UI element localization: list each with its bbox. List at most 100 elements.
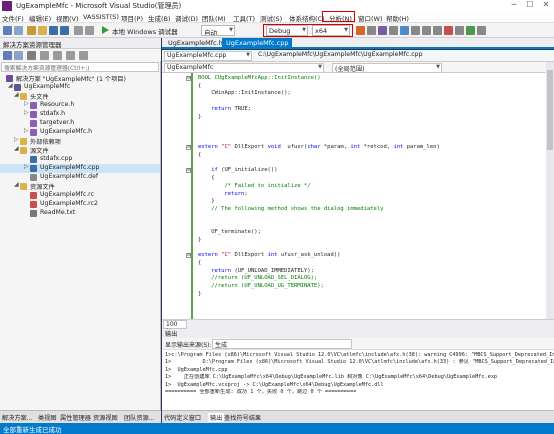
new-project-icon[interactable] bbox=[27, 26, 36, 35]
back-icon[interactable] bbox=[3, 26, 12, 35]
tree-item[interactable]: ◢ UgExampleMfc bbox=[0, 82, 160, 92]
tree-item[interactable]: ▷ UgExampleMfc.cpp bbox=[0, 163, 160, 173]
tab-team-explorer[interactable]: 团队资源... bbox=[124, 413, 155, 422]
toolbar-icon[interactable] bbox=[389, 26, 398, 35]
maximize-button[interactable]: ☐ bbox=[522, 0, 538, 12]
collapse-outline-icon[interactable]: ⊟ bbox=[186, 76, 191, 81]
code-editor[interactable]: ⊟ BOOL CUgExampleMfcApp::InitInstance(){ … bbox=[162, 62, 554, 319]
tab-resource-view[interactable]: 资源视图 bbox=[93, 413, 118, 422]
toolbar-icon[interactable] bbox=[400, 26, 409, 35]
menu-edit[interactable]: 编辑(E) bbox=[29, 13, 51, 23]
project-scope-select[interactable]: UgExampleMfc ▼ bbox=[164, 63, 324, 73]
code-line[interactable]: } bbox=[198, 198, 214, 205]
output-source-select[interactable]: 生成 bbox=[212, 339, 352, 349]
editor-vertical-scrollbar[interactable] bbox=[546, 62, 554, 319]
expander-icon[interactable]: ◢ bbox=[8, 82, 13, 89]
tab-output[interactable]: 输出 bbox=[208, 413, 225, 422]
code-line[interactable]: CWinApp::InitInstance(); bbox=[198, 90, 290, 97]
save-all-icon[interactable] bbox=[60, 26, 69, 35]
open-file-icon[interactable] bbox=[38, 26, 47, 35]
undo-icon[interactable] bbox=[74, 26, 83, 35]
collapse-outline-icon[interactable]: ⊟ bbox=[186, 145, 191, 151]
start-debugging-icon[interactable] bbox=[102, 26, 109, 34]
tab-ugexamplemfc-h[interactable]: UgExampleMfc.h bbox=[164, 38, 227, 48]
expander-icon[interactable]: ▷ bbox=[24, 127, 29, 134]
tab-code-definition[interactable]: 代码定义窗口 bbox=[164, 413, 201, 422]
code-line[interactable]: { bbox=[198, 175, 214, 182]
code-line[interactable]: } bbox=[198, 114, 201, 121]
code-line[interactable]: return TRUE; bbox=[198, 106, 251, 113]
home-icon[interactable] bbox=[27, 51, 36, 60]
code-line[interactable]: return; bbox=[198, 191, 247, 198]
menu-window[interactable]: 窗口(W) bbox=[358, 13, 383, 23]
code-line[interactable]: { bbox=[198, 83, 201, 90]
tree-item[interactable]: 解决方案 "UgExampleMfc" (1 个项目) bbox=[0, 74, 160, 83]
expander-icon[interactable]: ▷ bbox=[24, 100, 29, 107]
code-line[interactable]: } bbox=[198, 237, 201, 244]
collapse-icon[interactable] bbox=[66, 51, 75, 60]
toolbar-icon[interactable] bbox=[433, 26, 442, 35]
sync-icon[interactable] bbox=[40, 51, 49, 60]
menu-team[interactable]: 团队(M) bbox=[202, 13, 226, 23]
debugger-target[interactable]: 本地 Windows 调试器 bbox=[112, 26, 178, 36]
menu-file[interactable]: 文件(F) bbox=[2, 13, 24, 23]
code-line[interactable]: return (UF_UNLOAD_IMMEDIATELY); bbox=[198, 268, 314, 275]
tree-item[interactable]: ◢ 资源文件 bbox=[0, 181, 160, 191]
toolbar-icon[interactable] bbox=[422, 26, 431, 35]
code-line[interactable]: // The following method shows the dialog… bbox=[198, 206, 383, 213]
toolbar-icon[interactable] bbox=[455, 26, 464, 35]
toolbar-icon[interactable] bbox=[411, 26, 420, 35]
menu-help[interactable]: 帮助(H) bbox=[386, 13, 409, 23]
toolbar-icon[interactable] bbox=[444, 26, 453, 35]
menu-project[interactable]: 项目(P) bbox=[121, 13, 143, 23]
code-line[interactable]: if (UF_initialize()) bbox=[198, 167, 277, 174]
tab-find-symbol-results[interactable]: 查找符号结果 bbox=[224, 413, 261, 422]
expander-icon[interactable]: ▷ bbox=[24, 163, 29, 170]
expander-icon[interactable]: ▷ bbox=[14, 136, 19, 143]
code-line[interactable]: //return (UF_UNLOAD_UG_TERMINATE); bbox=[198, 283, 324, 290]
code-line[interactable]: BOOL CUgExampleMfcApp::InitInstance() bbox=[198, 75, 321, 82]
collapse-outline-icon[interactable]: ⊟ bbox=[186, 168, 191, 174]
menu-build[interactable]: 生成(B) bbox=[148, 13, 171, 23]
solution-search-input[interactable]: 搜索解决方案资源管理器(Ctrl+;) bbox=[1, 62, 159, 72]
refresh-icon[interactable] bbox=[53, 51, 62, 60]
code-line[interactable]: { bbox=[198, 152, 201, 159]
menu-debug[interactable]: 调试(D) bbox=[175, 13, 198, 23]
expander-icon[interactable]: ▷ bbox=[24, 109, 29, 116]
member-scope-select[interactable]: (全局范围) ▼ bbox=[332, 63, 442, 73]
minimize-button[interactable]: ─ bbox=[506, 0, 522, 12]
menu-view[interactable]: 视图(V) bbox=[56, 13, 79, 23]
tab-class-view[interactable]: 类视图 bbox=[38, 413, 57, 422]
tree-item[interactable]: ▷ 外部依赖项 bbox=[0, 136, 160, 146]
file-select[interactable]: UgExampleMfc.cpp ▼ bbox=[164, 51, 252, 61]
toolbar-icon[interactable] bbox=[466, 26, 475, 35]
tab-property-manager[interactable]: 属性管理器 bbox=[60, 413, 91, 422]
tree-item[interactable]: ▷ UgExampleMfc.h bbox=[0, 127, 160, 137]
code-line[interactable]: /* Failed to initialize */ bbox=[198, 183, 310, 190]
tab-ugexamplemfc-cpp[interactable]: UgExampleMfc.cpp bbox=[222, 38, 293, 48]
zoom-select[interactable]: 100 % bbox=[163, 320, 187, 335]
expander-icon[interactable]: ◢ bbox=[14, 145, 19, 152]
tree-item[interactable]: UgExampleMfc.rc2 bbox=[0, 200, 160, 209]
code-line[interactable]: extern "C" DllExport void ufusr(char *pa… bbox=[198, 144, 440, 151]
menu-test[interactable]: 测试(S) bbox=[260, 13, 282, 23]
collapse-outline-icon[interactable]: ⊟ bbox=[186, 253, 191, 259]
code-line[interactable]: //return (UF_UNLOAD_SEL_DIALOG); bbox=[198, 275, 317, 282]
code-line[interactable]: extern "C" DllExport int ufusr_ask_unloa… bbox=[198, 252, 340, 259]
forward-icon[interactable] bbox=[14, 51, 23, 60]
tab-solution-explorer[interactable]: 解决方案... bbox=[2, 413, 33, 422]
properties-icon[interactable] bbox=[79, 51, 88, 60]
scrollbar-thumb[interactable] bbox=[547, 70, 553, 150]
tree-item[interactable]: UgExampleMfc.rc bbox=[0, 191, 160, 200]
save-icon[interactable] bbox=[49, 26, 58, 35]
menu-architecture[interactable]: 体系结构(C) bbox=[289, 13, 325, 23]
tree-item[interactable]: UgExampleMfc.def bbox=[0, 173, 160, 182]
debugger-mode-select[interactable]: 自动 ▼ bbox=[201, 25, 235, 36]
toolbar-icon[interactable] bbox=[477, 26, 486, 35]
code-line[interactable]: { bbox=[198, 260, 201, 267]
redo-icon[interactable] bbox=[85, 26, 94, 35]
expander-icon[interactable]: ◢ bbox=[14, 91, 19, 98]
menu-tools[interactable]: 工具(T) bbox=[233, 13, 255, 23]
back-icon[interactable] bbox=[3, 51, 12, 60]
tree-item[interactable]: ▷ stdafx.h bbox=[0, 109, 160, 119]
